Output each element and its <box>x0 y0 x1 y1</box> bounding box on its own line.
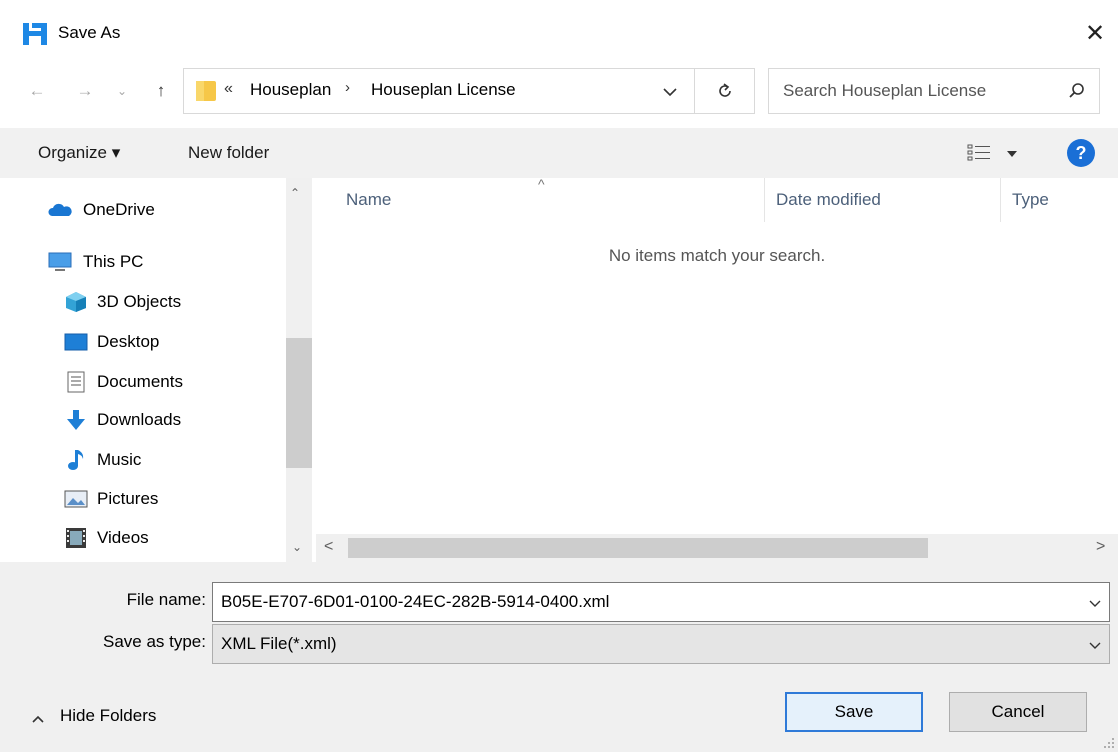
cancel-button[interactable]: Cancel <box>949 692 1087 732</box>
search-box[interactable]: Search Houseplan License <box>768 68 1100 114</box>
view-dropdown-icon[interactable] <box>1004 146 1020 160</box>
save-form: File name: B05E-E707-6D01-0100-24EC-282B… <box>0 562 1118 752</box>
sidebar-item-label: Desktop <box>97 332 160 351</box>
breadcrumb-separator-icon[interactable]: › <box>345 79 350 96</box>
help-icon[interactable]: ? <box>1067 139 1095 167</box>
sidebar-item-documents[interactable]: Documents <box>0 364 284 400</box>
address-bar[interactable]: « Houseplan › Houseplan License <box>183 68 695 114</box>
file-list[interactable]: Name ^ Date modified Type No items match… <box>316 176 1118 562</box>
folder-icon <box>195 79 217 103</box>
sidebar-item-desktop[interactable]: Desktop <box>0 324 284 360</box>
recent-locations-icon[interactable]: ⌄ <box>112 78 132 104</box>
horizontal-scrollbar[interactable]: < > <box>316 534 1118 562</box>
close-icon[interactable]: ✕ <box>1078 16 1112 50</box>
up-arrow-icon[interactable]: ↑ <box>146 76 176 106</box>
save-type-select[interactable]: XML File(*.xml) <box>212 624 1110 664</box>
save-type-label: Save as type: <box>102 632 206 651</box>
organize-button[interactable]: Organize ▾ <box>38 143 120 163</box>
sidebar-item-label: Pictures <box>97 489 159 508</box>
save-type-value: XML File(*.xml) <box>221 634 337 653</box>
sidebar-item-label: OneDrive <box>83 200 155 219</box>
sidebar-item-3d-objects[interactable]: 3D Objects <box>0 284 284 320</box>
app-icon <box>22 21 48 47</box>
pictures-icon <box>64 488 88 510</box>
documents-icon <box>64 371 88 393</box>
music-icon <box>64 449 88 471</box>
navigation-pane: OneDrive This PC 3D Objects Desktop Docu… <box>0 178 314 562</box>
new-folder-button[interactable]: New folder <box>188 143 269 163</box>
view-options-icon[interactable] <box>966 141 992 165</box>
file-name-combobox[interactable]: B05E-E707-6D01-0100-24EC-282B-5914-0400.… <box>212 582 1110 622</box>
this-pc-icon <box>48 251 72 273</box>
sidebar-item-this-pc[interactable]: This PC <box>0 244 284 280</box>
onedrive-icon <box>48 199 72 221</box>
column-divider[interactable] <box>764 178 765 222</box>
sidebar-item-label: 3D Objects <box>97 292 182 311</box>
column-header-name[interactable]: Name <box>346 190 391 210</box>
file-name-label: File name: <box>126 590 206 609</box>
scroll-up-icon[interactable]: ⌃ <box>290 186 300 200</box>
scroll-right-icon[interactable]: > <box>1096 538 1105 556</box>
column-header-type[interactable]: Type <box>1012 190 1049 210</box>
file-name-input[interactable]: B05E-E707-6D01-0100-24EC-282B-5914-0400.… <box>221 592 609 612</box>
forward-arrow-icon[interactable]: → <box>70 76 100 106</box>
scroll-left-icon[interactable]: < <box>324 538 333 556</box>
sidebar-scrollbar[interactable]: ⌃ ⌄ <box>286 178 312 562</box>
refresh-icon[interactable] <box>695 68 755 114</box>
sort-ascending-icon: ^ <box>538 176 545 192</box>
resize-grip-icon[interactable] <box>1098 732 1116 750</box>
column-divider[interactable] <box>1000 178 1001 222</box>
back-arrow-icon[interactable]: ← <box>22 76 52 106</box>
breadcrumb-overflow-icon[interactable]: « <box>224 80 233 98</box>
scroll-down-icon[interactable]: ⌄ <box>292 540 302 554</box>
breadcrumb-houseplan[interactable]: Houseplan <box>250 80 331 100</box>
sidebar-item-label: Music <box>97 450 142 469</box>
file-name-dropdown-icon[interactable] <box>1087 595 1103 609</box>
horizontal-scroll-thumb[interactable] <box>348 538 928 558</box>
command-bar: Organize ▾ New folder ? <box>0 128 1118 178</box>
sidebar-item-label: Documents <box>97 372 183 391</box>
chevron-up-icon <box>30 710 46 723</box>
downloads-icon <box>64 409 88 431</box>
save-button[interactable]: Save <box>785 692 923 732</box>
sidebar-scroll-thumb[interactable] <box>286 338 312 468</box>
empty-message: No items match your search. <box>608 246 826 265</box>
address-dropdown-icon[interactable] <box>660 83 680 101</box>
sidebar-item-music[interactable]: Music <box>0 442 284 478</box>
sidebar-item-label: Downloads <box>97 410 182 429</box>
column-header-date-modified[interactable]: Date modified <box>776 190 881 210</box>
hide-folders-button[interactable]: Hide Folders <box>30 706 156 726</box>
breadcrumb-houseplan-license[interactable]: Houseplan License <box>371 80 516 100</box>
videos-icon <box>64 527 88 549</box>
hide-folders-label: Hide Folders <box>60 706 157 725</box>
sidebar-item-downloads[interactable]: Downloads <box>0 402 284 438</box>
window-title: Save As <box>58 23 121 42</box>
sidebar-item-onedrive[interactable]: OneDrive <box>0 192 284 228</box>
search-input[interactable]: Search Houseplan License <box>783 81 986 101</box>
sidebar-item-videos[interactable]: Videos <box>0 520 284 556</box>
title-bar: Save As ✕ <box>0 0 1118 66</box>
save-type-dropdown-icon[interactable] <box>1087 637 1103 651</box>
desktop-icon <box>64 331 88 353</box>
3d-objects-icon <box>64 291 88 313</box>
sidebar-item-label: This PC <box>83 252 144 271</box>
search-icon[interactable] <box>1067 81 1087 101</box>
sidebar-item-pictures[interactable]: Pictures <box>0 481 284 517</box>
sidebar-item-label: Videos <box>97 528 149 547</box>
